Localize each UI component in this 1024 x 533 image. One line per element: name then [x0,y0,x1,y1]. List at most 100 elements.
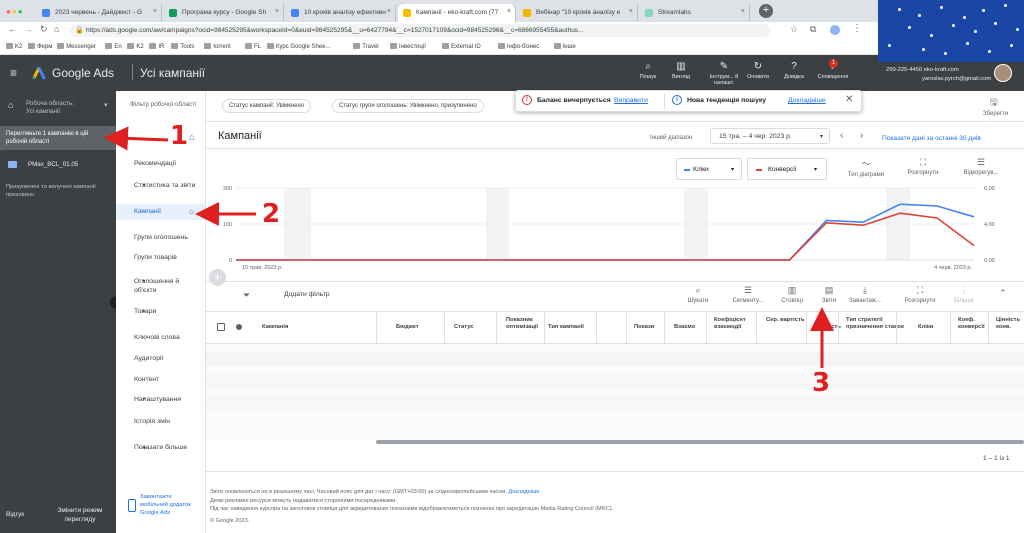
bookmark-item[interactable]: Інвестиції [390,43,426,50]
browser-menu-icon[interactable]: ⋮ [852,23,862,34]
hamburger-icon[interactable]: ≡ [10,66,17,80]
bookmark-item[interactable]: FL [245,43,261,50]
chart-header-button[interactable]: ▥ Вигляд [665,61,697,80]
new-tab-icon[interactable]: + [759,4,773,18]
table-row[interactable] [206,396,1024,410]
date-range-picker[interactable]: 15 тра. – 4 чер. 2023 р. ▾ [710,128,830,144]
nav-item[interactable]: ▸ Налаштування [134,395,196,404]
browser-tab[interactable]: 2023 червень - Дайджест - G × [37,4,162,22]
help-header-button[interactable]: ? Довідка [778,61,810,80]
overview-home-icon[interactable]: ⌂ [189,132,194,142]
nav-item[interactable]: Кампанії ⌂ [116,204,205,220]
campaign-status-chip[interactable]: Статус кампанії: Увімкнено [222,99,312,113]
wrench-header-button[interactable]: ✎ Інструм... й налашт. [705,61,743,86]
table-tool-reports[interactable]: ▤ Звіти [809,285,849,304]
browser-tab[interactable]: 10 кроків аналізу ефективн × [286,4,396,22]
table-tool-more[interactable]: ⋮ Більше [944,285,984,304]
collapse-table-icon[interactable]: ⌃ [999,288,1007,299]
back-icon[interactable]: ← [8,24,17,34]
bookmark-item[interactable]: K2 [127,43,143,50]
bookmark-item[interactable]: Ферм [28,43,52,50]
column-header[interactable]: Бюджет [396,324,434,331]
nav-item[interactable]: ▸ Оголошення й об'єкти [134,277,196,295]
select-all-checkbox[interactable] [217,323,225,331]
nav-item[interactable]: Групи оголошень [134,233,196,242]
window-controls[interactable]: ●●● [6,7,24,16]
nav-item[interactable]: Рекомендації [134,159,196,168]
column-header[interactable]: Тип стратегії призначення ставок [846,317,908,331]
chevron-down-icon[interactable]: ▾ [104,101,108,109]
bookmark-item[interactable]: Messenger [57,43,96,50]
table-tool-expand[interactable]: ⛶ Розгорнути [900,285,940,304]
table-tool-columns[interactable]: ▥ Стовпці [772,285,812,304]
bookmark-item[interactable]: Інфо-бізнес [498,43,539,50]
column-header[interactable]: Цінність конв. [996,317,1024,331]
add-filter-button[interactable]: Додати фільтр [284,291,330,298]
table-tool-download[interactable]: ⤓ Завантаж... [845,285,885,304]
home-icon[interactable]: ⌂ [54,24,59,34]
adgroup-status-chip[interactable]: Статус групи оголошень: Увімкнено, призу… [332,99,484,113]
nav-item[interactable]: Контент [134,375,196,384]
nav-item[interactable]: + Показати більше [134,443,196,452]
profile-icon[interactable] [830,25,840,35]
bookmark-item[interactable]: Tools [171,43,194,50]
footer-more-link[interactable]: Докладніше [508,489,539,495]
nav-item[interactable]: Групи товарів [134,253,196,262]
column-header[interactable]: Статус [454,324,490,331]
bookmark-item[interactable]: En [105,43,121,50]
column-header[interactable]: Взаємо [674,324,710,331]
budget-fix-link[interactable]: Виправити [614,97,648,104]
browser-tab[interactable]: Програма курсу - Google Sh × [164,4,284,22]
avatar[interactable] [994,64,1012,82]
nav-item[interactable]: Ключові слова [134,333,196,342]
bookmark-item[interactable]: Курс Google Shee... [267,43,330,50]
browser-tab[interactable]: Вебінар "10 кроків аналізу е × [518,4,638,22]
bookmark-item[interactable]: IR [149,43,164,50]
chart-add-button[interactable]: + [209,269,226,286]
workspace-highlight[interactable]: Перегляньте 1 кампанію в цій робочій обл… [0,126,116,150]
close-tab-icon[interactable]: × [387,8,391,15]
close-tab-icon[interactable]: × [741,8,745,15]
browser-tab[interactable]: Streamlabs × [640,4,750,22]
nav-item[interactable]: Історія змін [134,417,196,426]
column-header[interactable]: Покази [634,324,668,331]
switch-view-mode[interactable]: Змінити режим перегляду [52,506,108,524]
bookmark-item[interactable]: External ID [442,43,481,50]
browser-tab[interactable]: Кампанії - eko-kraft.com (77 × [398,4,516,22]
bookmark-star-icon[interactable]: ☆ [790,24,798,35]
nav-item[interactable]: Аудиторії [134,354,196,363]
save-label[interactable]: Зберегти [983,111,1008,117]
bookmark-item[interactable]: Travel [353,43,378,50]
column-header[interactable]: Тип кампанії [548,324,608,331]
forward-icon[interactable]: → [24,24,33,34]
save-icon[interactable]: 🖫 [990,95,998,111]
bookmark-item[interactable]: torrent [204,43,230,50]
column-header[interactable]: Кампанія [262,324,322,331]
extensions-icon[interactable]: ⧉ [810,24,816,35]
close-tab-icon[interactable]: × [153,8,157,15]
table-row[interactable] [206,352,1024,366]
feedback-link[interactable]: Відгук [6,511,24,518]
prev-period-icon[interactable]: ‹ [840,130,843,141]
mobile-app-link[interactable]: Завантажте мобільний додаток Google Ads [140,493,192,517]
column-header[interactable]: Показник оптимізації [506,317,544,331]
horizontal-scrollbar[interactable] [376,440,1024,444]
chart-type-button[interactable]: 〜 Тип діаграми [846,157,886,178]
table-tool-segment[interactable]: ☰ Сегменту... [728,285,768,304]
trend-more-link[interactable]: Докладніше [788,97,826,104]
column-header[interactable]: Вартість [816,324,844,331]
search-header-button[interactable]: ⌕ Пошук [632,61,664,80]
close-tab-icon[interactable]: × [507,8,511,15]
refresh-header-button[interactable]: ↻ Оновити [742,61,774,80]
nav-item[interactable]: ▸ Статистика та звіти [134,181,196,190]
close-icon[interactable]: ✕ [845,94,853,105]
account-panel[interactable]: 299-225-4450 eko-kraft.com yaroslav.pyrc… [878,62,1024,91]
table-row[interactable] [206,374,1024,388]
close-tab-icon[interactable]: × [629,8,633,15]
sidebar-campaign[interactable]: PMax_BCL_01.05 [28,161,78,168]
column-header[interactable]: Коеф. конверсії [958,317,992,331]
column-header[interactable]: Кліки [918,324,944,331]
url-field[interactable]: 🔒 https://ads.google.com/aw/campaigns?oc… [70,24,770,37]
bookmark-item[interactable]: K2 [6,43,22,50]
home-icon[interactable]: ⌂ [8,100,13,110]
